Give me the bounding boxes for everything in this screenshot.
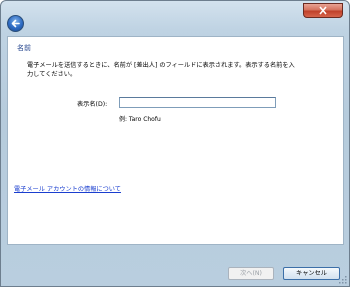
display-name-input[interactable] (119, 97, 276, 108)
back-button[interactable] (7, 15, 24, 32)
next-button[interactable]: 次へ(N) (228, 267, 274, 280)
example-text: 例: Taro Chofu (119, 116, 161, 123)
back-arrow-icon (11, 19, 20, 28)
page-title: 名前 (17, 44, 31, 52)
cancel-button[interactable]: キャンセル (283, 267, 340, 280)
content-panel: 名前 電子メールを送信するときに、名前が [差出人] のフィールドに表示されます… (7, 36, 344, 245)
display-name-label: 表示名(D): (77, 101, 108, 108)
description-text: 電子メールを送信するときに、名前が [差出人] のフィールドに表示されます。表示… (27, 62, 295, 78)
title-bar (1, 1, 349, 21)
account-info-link[interactable]: 電子メール アカウントの情報について (14, 184, 121, 193)
resize-grip-icon[interactable] (339, 276, 347, 284)
close-button[interactable] (303, 3, 343, 18)
close-icon (319, 6, 327, 15)
dialog-window: 名前 電子メールを送信するときに、名前が [差出人] のフィールドに表示されます… (0, 0, 350, 287)
